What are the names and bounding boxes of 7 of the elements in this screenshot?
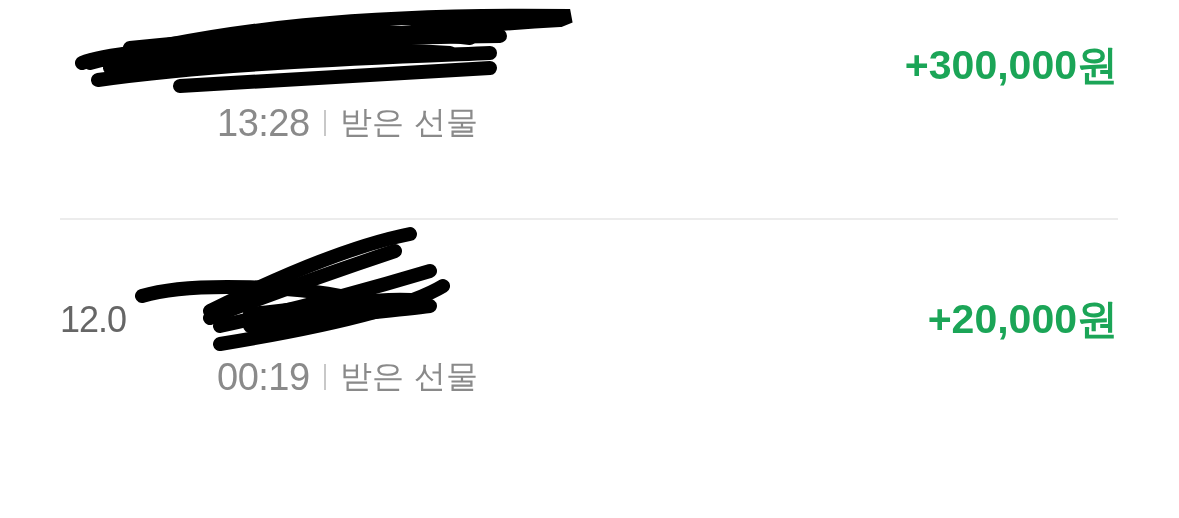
amount-label: +300,000원 — [904, 41, 1118, 90]
time-label: 00:19 — [217, 355, 310, 399]
time-label: 13:28 — [217, 101, 310, 145]
amount-label: +20,000원 — [927, 295, 1118, 344]
type-label: 받은 선물 — [339, 356, 478, 397]
type-label: 받은 선물 — [339, 102, 478, 143]
date-label: 12.0 — [60, 299, 127, 341]
